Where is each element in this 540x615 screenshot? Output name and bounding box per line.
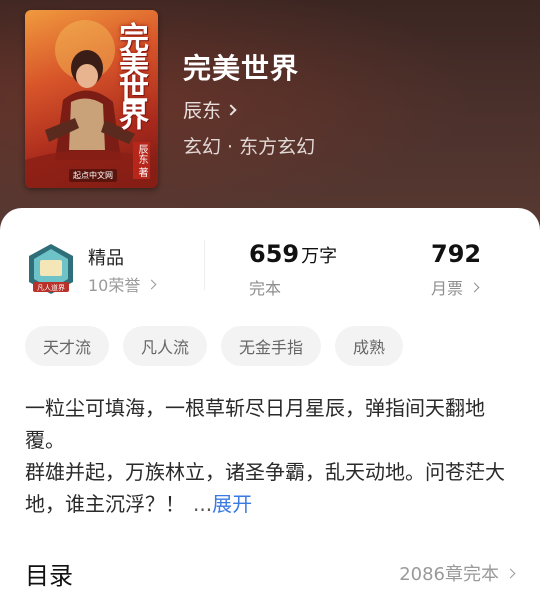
author-link[interactable]: 辰东 <box>183 96 237 123</box>
tag-chip[interactable]: 凡人流 <box>123 326 208 366</box>
monthly-votes-link[interactable]: 月票 <box>431 275 480 299</box>
chevron-right-icon <box>505 568 516 578</box>
book-title: 完美世界 <box>183 52 300 85</box>
stats-divider <box>204 240 205 290</box>
cover-title-art: 完美世界 <box>113 22 148 126</box>
synopsis-ellipsis: ... <box>193 492 213 516</box>
chevron-right-icon <box>146 279 157 289</box>
word-count-unit: 万字 <box>301 246 338 267</box>
tag-chip[interactable]: 无金手指 <box>221 326 322 366</box>
honor-badge-icon[interactable]: 凡人道界 <box>25 242 77 300</box>
word-count: 659 万字 <box>249 240 337 268</box>
publisher-logo: 起点中文网 <box>69 169 117 182</box>
tag-chip[interactable]: 天才流 <box>25 326 110 366</box>
table-of-contents-link[interactable]: 2086章完本 <box>399 560 516 586</box>
honor-title: 精品 <box>88 248 124 269</box>
table-of-contents-title[interactable]: 目录 <box>25 556 73 591</box>
book-genre: 玄幻 · 东方玄幻 <box>183 136 316 158</box>
tag-list: 天才流 凡人流 无金手指 成熟 <box>25 326 404 366</box>
tag-chip[interactable]: 成熟 <box>335 326 404 366</box>
chapter-count: 2086章完本 <box>399 564 499 585</box>
synopsis-line: 群雄并起，万族林立，诸圣争霸，乱天动地。问苍茫大地，谁主沉浮？！ <box>25 460 505 516</box>
expand-synopsis-link[interactable]: 展开 <box>212 492 252 516</box>
book-info-card: 凡人道界 精品 10荣誉 659 万字 完本 792 月票 天才流 凡人流 无金… <box>0 208 540 615</box>
author-name: 辰东 <box>183 100 222 122</box>
chevron-right-icon <box>225 103 237 116</box>
honor-count: 10荣誉 <box>88 276 141 295</box>
book-synopsis: 一粒尘可填海，一根草斩尽日月星辰，弹指间天翻地覆。 群雄并起，万族林立，诸圣争霸… <box>25 392 515 520</box>
badge-caption: 凡人道界 <box>37 283 65 292</box>
synopsis-line: 一粒尘可填海，一根草斩尽日月星辰，弹指间天翻地覆。 <box>25 396 485 452</box>
completion-status: 完本 <box>249 279 282 298</box>
chevron-right-icon <box>469 282 480 292</box>
honor-count-link[interactable]: 10荣誉 <box>88 272 157 296</box>
cover-author-tag: 辰东 著 <box>133 142 150 180</box>
monthly-votes-value: 792 <box>431 240 482 268</box>
book-cover[interactable]: 完美世界 辰东 著 起点中文网 <box>25 10 158 188</box>
word-count-value: 659 <box>249 240 300 268</box>
monthly-votes-label: 月票 <box>431 279 464 298</box>
